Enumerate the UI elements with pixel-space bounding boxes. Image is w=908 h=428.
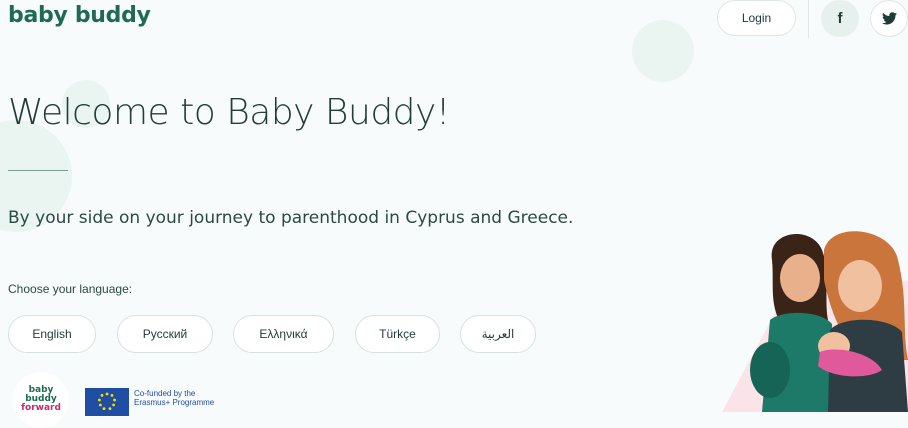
twitter-button[interactable]	[870, 0, 908, 37]
language-button-russian[interactable]: Русский	[117, 315, 213, 353]
language-prompt: Choose your language:	[8, 282, 133, 296]
erasmus-cofunded-text: Co-funded by the Erasmus+ Programme	[134, 389, 244, 407]
brand-logo[interactable]: baby buddy	[8, 3, 151, 28]
header-divider	[808, 0, 809, 38]
background-circle	[632, 20, 694, 82]
language-button-greek[interactable]: Ελληνικά	[233, 315, 334, 353]
language-button-turkish[interactable]: Türkçe	[355, 315, 440, 353]
mothers-with-baby-illustration	[722, 231, 908, 412]
hero-subtitle: By your side on your journey to parentho…	[8, 208, 574, 228]
eu-text-line: Co-funded by the	[134, 389, 196, 398]
eu-text-line: Erasmus+ Programme	[134, 398, 215, 407]
baby-buddy-forward-logo: baby buddy forward	[13, 372, 69, 428]
facebook-icon: f	[837, 10, 843, 27]
page-title: Welcome to Baby Buddy!	[8, 92, 450, 133]
login-button[interactable]: Login	[717, 0, 796, 36]
language-button-english[interactable]: English	[8, 315, 96, 353]
facebook-button[interactable]: f	[821, 0, 859, 37]
twitter-icon	[881, 12, 897, 25]
title-underline	[8, 170, 68, 171]
language-button-arabic[interactable]: العربية	[460, 315, 536, 353]
